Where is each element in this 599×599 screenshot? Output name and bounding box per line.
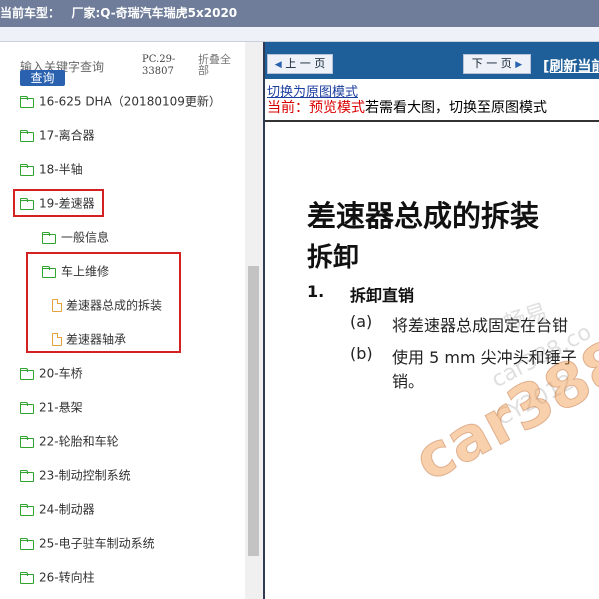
prev-page-label: 上 一 页 xyxy=(285,57,326,70)
tree-item-20[interactable]: 20-车桥 xyxy=(20,362,83,384)
tree-item-17[interactable]: 17-离合器 xyxy=(20,124,95,146)
highlight-box-differential xyxy=(13,189,104,217)
tree-item-label: 17-离合器 xyxy=(39,128,95,143)
content-pane: ◀ 上 一 页 下 一 页 ▶ [刷新当前 切换为原图模式 当前：预览模式若需看… xyxy=(263,42,599,599)
tree-item-label: 26-转向柱 xyxy=(39,570,95,585)
arrow-left-icon: ◀ xyxy=(274,60,282,70)
collapse-all-button[interactable]: 折叠全部 xyxy=(198,54,240,76)
folder-icon xyxy=(20,469,35,482)
substep-text-a: 将差速器总成固定在台钳 xyxy=(392,316,569,335)
arrow-right-icon: ▶ xyxy=(515,60,523,70)
query-button[interactable]: 查询 xyxy=(20,70,65,86)
folder-icon xyxy=(20,367,35,380)
tree-item-25[interactable]: 25-电子驻车制动系统 xyxy=(20,532,155,554)
document-title: 差速器总成的拆装 xyxy=(307,199,540,233)
search-area: 输入关键字查询 查询 PC.29-33807 折叠全部 xyxy=(0,42,263,94)
tree-item-24[interactable]: 24-制动器 xyxy=(20,498,95,520)
substep-letter-b: (b) xyxy=(350,344,373,363)
tree-item-16[interactable]: 16-625 DHA（20180109更新） xyxy=(20,90,221,112)
folder-icon xyxy=(20,503,35,516)
step-title: 拆卸直销 xyxy=(350,286,415,305)
folder-icon xyxy=(42,231,57,244)
step-number: 1. xyxy=(307,282,325,301)
tree-item-label: 22-轮胎和车轮 xyxy=(39,434,119,449)
substep-text-b-cont: 销。 xyxy=(392,372,425,391)
mode-hint: 若需看大图，切换至原图模式 xyxy=(365,100,547,116)
tree-item-label: 21-悬架 xyxy=(39,400,83,415)
title-bar-separator xyxy=(0,27,599,42)
preview-mode-notice: 当前：预览模式若需看大图，切换至原图模式 xyxy=(267,97,547,117)
tree-item-label: 20-车桥 xyxy=(39,366,83,381)
folder-icon xyxy=(20,163,35,176)
tree-item-label: 18-半轴 xyxy=(39,162,83,177)
highlight-box-repair xyxy=(26,252,181,353)
tree-item-22[interactable]: 22-轮胎和车轮 xyxy=(20,430,119,452)
tree-item-23[interactable]: 23-制动控制系统 xyxy=(20,464,131,486)
pc-code: PC.29-33807 xyxy=(142,54,176,77)
folder-icon xyxy=(20,537,35,550)
section-heading: 拆卸 xyxy=(307,243,360,273)
folder-icon xyxy=(20,401,35,414)
current-model-value: 厂家:Q-奇瑞汽车瑞虎5x2020 xyxy=(71,6,238,20)
scrollbar-thumb[interactable] xyxy=(248,266,259,556)
tree-item-label: 16-625 DHA（20180109更新） xyxy=(39,94,221,109)
tree-item-label: 24-制动器 xyxy=(39,502,95,517)
page-nav-bar: ◀ 上 一 页 下 一 页 ▶ [刷新当前 xyxy=(265,42,599,79)
folder-icon xyxy=(20,435,35,448)
refresh-link[interactable]: [刷新当前 xyxy=(543,56,599,76)
next-page-button[interactable]: 下 一 页 ▶ xyxy=(463,54,531,74)
tree-item-label: 一般信息 xyxy=(61,230,110,245)
current-model-label: 当前车型： xyxy=(0,6,61,20)
current-mode-label: 当前：预览模式 xyxy=(267,100,365,116)
folder-icon xyxy=(20,95,35,108)
folder-icon xyxy=(20,129,35,142)
tree-item-label: 23-制动控制系统 xyxy=(39,468,131,483)
tree-item-general-info[interactable]: 一般信息 xyxy=(42,226,109,248)
tree-item-21[interactable]: 21-悬架 xyxy=(20,396,83,418)
folder-icon xyxy=(20,571,35,584)
tree-item-label: 25-电子驻车制动系统 xyxy=(39,536,155,551)
tree-item-18[interactable]: 18-半轴 xyxy=(20,158,83,180)
sidebar-scrollbar[interactable] xyxy=(245,42,263,599)
substep-letter-a: (a) xyxy=(350,312,373,331)
sidebar: 输入关键字查询 查询 PC.29-33807 折叠全部 16-625 DHA（2… xyxy=(0,42,263,599)
title-bar: 当前车型： 厂家:Q-奇瑞汽车瑞虎5x2020 xyxy=(0,0,599,27)
next-page-label: 下 一 页 xyxy=(471,57,512,70)
tree-item-26[interactable]: 26-转向柱 xyxy=(20,566,95,588)
prev-page-button[interactable]: ◀ 上 一 页 xyxy=(267,54,333,74)
